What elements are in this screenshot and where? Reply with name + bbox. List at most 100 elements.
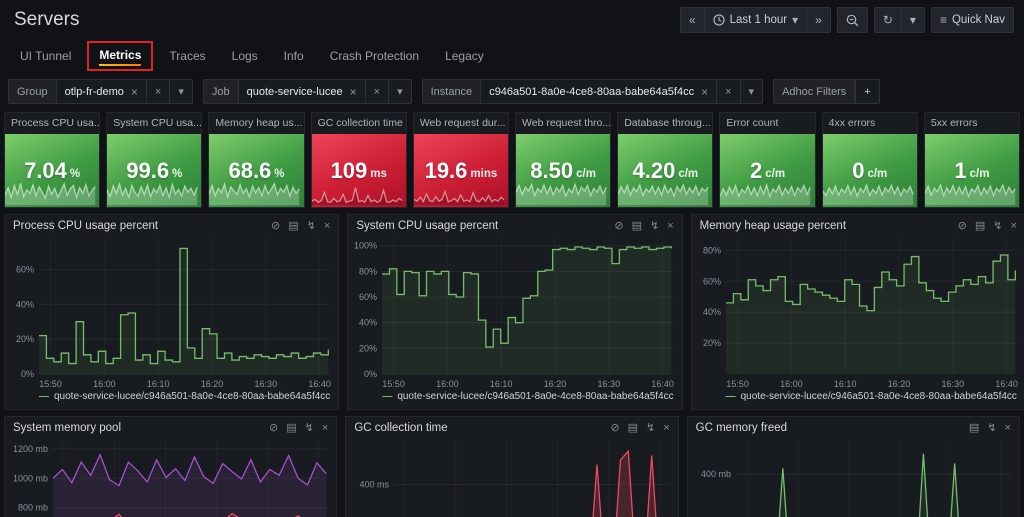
filter-dropdown-icon[interactable]: ▾: [388, 80, 411, 103]
timeseries-chart[interactable]: 0%20%40%60%15:5016:0016:1016:2016:3016:4…: [7, 236, 332, 389]
tab-ui-tunnel[interactable]: UI Tunnel: [10, 42, 81, 72]
chart-legend[interactable]: —quote-service-lucee/c946a501-8a0e-4ce8-…: [5, 389, 338, 409]
panel-close-icon[interactable]: ×: [1005, 423, 1011, 434]
svg-text:400 ms: 400 ms: [360, 480, 390, 490]
panel-edit-icon[interactable]: ⊘: [958, 221, 967, 232]
panel-edit-icon[interactable]: ⊘: [269, 423, 278, 434]
panel-close-icon[interactable]: ×: [1011, 221, 1017, 232]
panel-system-cpu-chart: System CPU usage percent ⊘ ▤ ↯ × 0%20%40…: [347, 214, 682, 410]
tab-legacy[interactable]: Legacy: [435, 42, 494, 72]
adhoc-filters-label: Adhoc Filters: [774, 80, 855, 103]
zoom-out-button[interactable]: [837, 7, 868, 33]
panel-copy-icon[interactable]: ▤: [969, 423, 979, 434]
stat-system-cpu[interactable]: System CPU usa... 99.6%: [106, 112, 202, 208]
metrics-tab-highlight: Metrics: [87, 41, 153, 71]
panel-explore-icon[interactable]: ↯: [987, 423, 996, 434]
svg-text:0%: 0%: [21, 369, 34, 379]
timeseries-chart[interactable]: 0%20%40%60%80%100%15:5016:0016:1016:2016…: [350, 236, 675, 389]
panel-copy-icon[interactable]: ▤: [628, 423, 638, 434]
tab-crash-protection[interactable]: Crash Protection: [320, 42, 429, 72]
stat-process-cpu[interactable]: Process CPU usa... 7.04%: [4, 112, 100, 208]
filter-clear-button[interactable]: ×: [716, 80, 739, 103]
stat-memory-heap[interactable]: Memory heap us... 68.6%: [208, 112, 304, 208]
panel-edit-icon[interactable]: ⊘: [271, 221, 280, 232]
svg-text:20%: 20%: [359, 343, 377, 353]
stat-web-request-duration[interactable]: Web request dur... 19.6mins: [413, 112, 509, 208]
svg-text:16:20: 16:20: [201, 379, 224, 389]
tab-traces[interactable]: Traces: [159, 42, 215, 72]
panel-explore-icon[interactable]: ↯: [993, 221, 1002, 232]
remove-value-icon[interactable]: ×: [131, 85, 138, 99]
filter-clear-button[interactable]: ×: [365, 80, 388, 103]
stat-error-count[interactable]: Error count 2c/m: [719, 112, 815, 208]
svg-text:60%: 60%: [359, 292, 377, 302]
panel-close-icon[interactable]: ×: [322, 423, 328, 434]
refresh-button[interactable]: ↻: [874, 7, 901, 33]
tab-metrics[interactable]: Metrics: [99, 48, 141, 66]
menu-icon: ≡: [940, 14, 947, 26]
timeseries-chart[interactable]: 200 mb400 mb600 mb800 mb1000 mb1200 mb15…: [7, 438, 330, 517]
timeseries-chart[interactable]: 200 mb300 mb400 mb15:5016:0016:1016:2016…: [690, 438, 1013, 517]
svg-text:16:30: 16:30: [255, 379, 278, 389]
panel-explore-icon[interactable]: ↯: [305, 423, 314, 434]
stat-database-throughput[interactable]: Database throug... 4.20c/m: [617, 112, 713, 208]
stat-5xx-errors[interactable]: 5xx errors 1c/m: [924, 112, 1020, 208]
filter-value[interactable]: quote-service-lucee×: [239, 80, 365, 103]
time-shift-back-button[interactable]: «: [680, 7, 704, 33]
timeseries-chart[interactable]: 200 ms300 ms400 ms15:5016:0016:1016:2016…: [348, 438, 671, 517]
quick-nav-button[interactable]: ≡ Quick Nav: [931, 7, 1014, 33]
panel-explore-icon[interactable]: ↯: [650, 221, 659, 232]
panel-copy-icon[interactable]: ▤: [286, 423, 296, 434]
svg-text:15:50: 15:50: [39, 379, 62, 389]
filter-value[interactable]: otlp-fr-demo×: [57, 80, 146, 103]
panel-close-icon[interactable]: ×: [667, 221, 673, 232]
filter-dropdown-icon[interactable]: ▾: [740, 80, 763, 103]
panel-copy-icon[interactable]: ▤: [632, 221, 642, 232]
page-title: Servers: [14, 9, 79, 31]
svg-text:16:20: 16:20: [887, 379, 910, 389]
panel-explore-icon[interactable]: ↯: [646, 423, 655, 434]
svg-text:20%: 20%: [16, 334, 34, 344]
tab-info[interactable]: Info: [274, 42, 314, 72]
svg-text:0%: 0%: [364, 369, 377, 379]
time-toolbar: « Last 1 hour ▾ » ↻ ▾ ≡ Quick Nav: [680, 7, 1014, 33]
panel-edit-icon[interactable]: ⊘: [610, 423, 619, 434]
tab-logs[interactable]: Logs: [222, 42, 268, 72]
filter-clear-button[interactable]: ×: [146, 80, 169, 103]
filter-dropdown-icon[interactable]: ▾: [169, 80, 192, 103]
stat-row: Process CPU usa... 7.04% System CPU usa.…: [0, 110, 1024, 208]
svg-text:400 mb: 400 mb: [701, 469, 731, 479]
stat-gc-collection-time[interactable]: GC collection time 109ms: [311, 112, 407, 208]
legend-series-icon: —: [39, 391, 49, 402]
filter-value[interactable]: c946a501-8a0e-4ce8-80aa-babe64a5f4cc×: [481, 80, 716, 103]
stat-4xx-errors[interactable]: 4xx errors 0c/m: [822, 112, 918, 208]
panel-copy-icon[interactable]: ▤: [975, 221, 985, 232]
time-range-label: Last 1 hour: [730, 14, 788, 26]
remove-value-icon[interactable]: ×: [701, 85, 708, 99]
chart-legend[interactable]: —quote-service-lucee/c946a501-8a0e-4ce8-…: [692, 389, 1024, 409]
timeseries-chart[interactable]: 20%40%60%80%15:5016:0016:1016:2016:3016:…: [694, 236, 1019, 389]
legend-series-icon: —: [726, 391, 736, 402]
svg-text:15:50: 15:50: [726, 379, 749, 389]
stat-web-request-throughput[interactable]: Web request thro... 8.50c/m: [515, 112, 611, 208]
svg-text:16:00: 16:00: [780, 379, 803, 389]
svg-text:16:40: 16:40: [308, 379, 331, 389]
filter-label: Instance: [423, 80, 482, 103]
time-shift-forward-button[interactable]: »: [806, 7, 831, 33]
panel-gc-memory-freed: GC memory freed ▤ ↯ × 200 mb300 mb400 mb…: [687, 416, 1020, 517]
quick-nav-label: Quick Nav: [952, 14, 1005, 26]
panel-close-icon[interactable]: ×: [663, 423, 669, 434]
panel-explore-icon[interactable]: ↯: [307, 221, 316, 232]
chart-legend[interactable]: —quote-service-lucee/c946a501-8a0e-4ce8-…: [348, 389, 681, 409]
header-bar: Servers « Last 1 hour ▾ » ↻ ▾ ≡ Quick Na…: [0, 0, 1024, 37]
add-filter-button[interactable]: +: [855, 80, 878, 103]
panel-system-memory-pool: System memory pool ⊘ ▤ ↯ × 200 mb400 mb6…: [4, 416, 337, 517]
legend-series-icon: —: [382, 391, 392, 402]
svg-text:40%: 40%: [703, 307, 721, 317]
time-range-picker[interactable]: Last 1 hour ▾: [704, 7, 807, 33]
panel-edit-icon[interactable]: ⊘: [614, 221, 623, 232]
refresh-interval-dropdown[interactable]: ▾: [901, 7, 925, 33]
remove-value-icon[interactable]: ×: [350, 85, 357, 99]
panel-copy-icon[interactable]: ▤: [288, 221, 298, 232]
panel-close-icon[interactable]: ×: [324, 221, 330, 232]
